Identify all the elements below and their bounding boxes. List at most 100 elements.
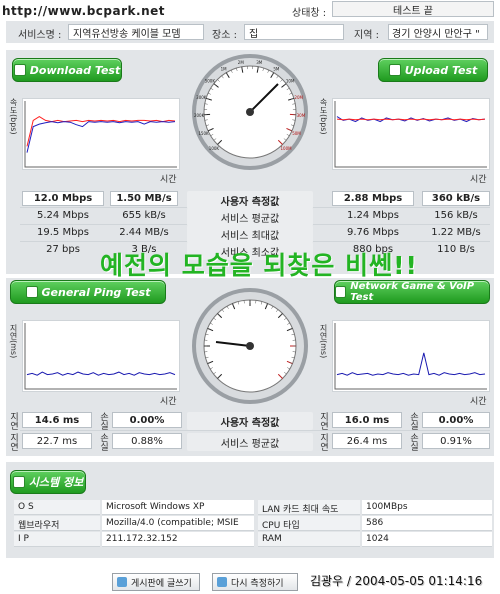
upload-value-2-b: 1.22 MB/s: [431, 227, 481, 238]
service-name-label: 서비스명 :: [18, 30, 62, 41]
chart-series-0: [336, 352, 486, 376]
upload-value-1-a: 1.24 Mbps: [347, 210, 399, 221]
upload-value-1-b: 156 kB/s: [434, 210, 478, 221]
download-value-1-a: 5.24 Mbps: [37, 210, 89, 221]
download-value-0-b: 1.50 MB/s: [110, 191, 178, 206]
download-test-button[interactable]: Download Test: [12, 58, 122, 82]
place-label: 장소 :: [212, 30, 237, 41]
refresh-icon: [217, 577, 227, 587]
download-chart: [22, 98, 180, 170]
gauge-tick-label: 150K: [198, 131, 209, 136]
general-ping-test-button[interactable]: General Ping Test: [10, 280, 166, 304]
game-icon: [335, 286, 347, 298]
gauge-tick-label: 5M: [273, 66, 280, 71]
gauge-tick-label: 10M: [286, 79, 295, 84]
ping-gauge: [192, 288, 308, 404]
gauge-tick-label: 100M: [281, 146, 293, 151]
upload-value-0-b: 360 kB/s: [422, 191, 490, 206]
system-cell-1-k1: 웹브라우저: [14, 516, 100, 531]
ping-ylabel: 지연(ms): [9, 324, 18, 359]
ping-loss-label: 손실: [98, 412, 108, 430]
board-write-button[interactable]: 게시판에 글쓰기: [112, 573, 200, 591]
network-game-label: Network Game & VoIP Test: [350, 281, 475, 303]
download-chart-svg: [24, 101, 177, 168]
chart-axis: [334, 323, 487, 390]
gauge-tick-label: 50M: [292, 131, 301, 136]
ping-delay-label-2: 지연: [8, 433, 18, 451]
chart-series-0: [26, 116, 176, 147]
gauge-tick-label: 1M: [221, 66, 228, 71]
ping-label-user: 사용자 측정값: [187, 412, 313, 430]
download-value-2-a: 19.5 Mbps: [37, 227, 89, 238]
watermark-url: http://www.bcpark.net: [2, 4, 165, 18]
region-field[interactable]: 경기 안양시 만안구 ": [388, 24, 488, 40]
speed-label-0: 사용자 측정값: [187, 191, 313, 209]
network-game-voip-button[interactable]: Network Game & VoIP Test: [334, 280, 490, 304]
upload-icon: [388, 64, 401, 76]
chart-series-0: [26, 371, 176, 376]
system-cell-0-v1: Microsoft Windows XP: [102, 500, 254, 515]
board-write-label: 게시판에 글쓰기: [131, 578, 192, 589]
status-label: 상태창 :: [292, 8, 327, 19]
game-user-loss: 0.00%: [422, 412, 490, 428]
download-value-3-a: 27 bps: [46, 244, 80, 255]
game-loss-label-2: 손실: [408, 433, 418, 451]
ping-avg-delay: 22.7 ms: [22, 433, 92, 449]
download-test-label: Download Test: [29, 63, 121, 77]
pencil-icon: [117, 577, 127, 587]
system-info-label: 시스템 정보: [28, 476, 84, 489]
system-cell-1-v1: Mozilla/4.0 (compatible; MSIE: [102, 516, 254, 531]
game-user-delay: 16.0 ms: [332, 412, 402, 428]
system-cell-0-k1: O S: [14, 500, 100, 515]
ping-icon: [25, 286, 38, 298]
download-value-1-b: 655 kB/s: [122, 210, 166, 221]
system-cell-2-v1: 211.172.32.152: [102, 532, 254, 547]
speed-label-2: 서비스 최대값: [187, 225, 313, 243]
game-chart: [332, 320, 490, 392]
gauge-tick-label: 2M: [238, 60, 245, 65]
system-info-table: O S Microsoft Windows XP LAN 카드 최대 속도 100MB…: [14, 500, 494, 548]
gauge-tick-label: 20M: [294, 95, 303, 100]
ping-xlabel: 시간: [160, 397, 177, 407]
upload-test-label: Upload Test: [404, 63, 478, 77]
retest-label: 다시 측정하기: [231, 578, 284, 589]
ping-chart-svg: [24, 323, 177, 390]
general-ping-label: General Ping Test: [41, 285, 151, 299]
service-name-field[interactable]: 지역유선방송 케이블 모뎀: [68, 24, 204, 40]
system-cell-2-k2: RAM: [258, 532, 360, 547]
game-delay-label: 지연: [318, 412, 328, 430]
game-chart-svg: [334, 323, 487, 390]
overlay-caption: 예전의 모습을 되찾은 비쎈!!: [100, 251, 418, 280]
upload-value-0-a: 2.88 Mbps: [332, 191, 414, 206]
ping-avg-loss: 0.88%: [112, 433, 182, 449]
download-value-2-b: 2.44 MB/s: [119, 227, 169, 238]
gauge-tick-label: 100K: [209, 146, 220, 151]
game-ylabel: 지연(ms): [319, 324, 328, 359]
system-cell-2-k1: I P: [14, 532, 100, 547]
chart-axis: [24, 323, 177, 390]
game-avg-delay: 26.4 ms: [332, 433, 402, 449]
gauge-tick-label: 500K: [205, 79, 216, 84]
download-ylabel: 속도(bps): [9, 98, 18, 135]
place-field[interactable]: 집: [244, 24, 344, 40]
upload-value-2-a: 9.76 Mbps: [347, 227, 399, 238]
system-icon: [12, 476, 25, 488]
status-field: 테스트 끝: [332, 1, 494, 17]
upload-test-button[interactable]: Upload Test: [378, 58, 488, 82]
retest-button[interactable]: 다시 측정하기: [212, 573, 298, 591]
game-xlabel: 시간: [470, 397, 487, 407]
download-icon: [13, 64, 26, 76]
speedtest-window: http://www.bcpark.net 상태창 : 테스트 끝 서비스명 :…: [0, 0, 500, 594]
upload-value-3-b: 110 B/s: [437, 244, 475, 255]
system-cell-0-k2: LAN 카드 최대 속도: [258, 500, 360, 515]
speed-label-1: 서비스 평균값: [187, 208, 313, 226]
upload-ylabel: 속도(bps): [319, 98, 328, 135]
system-cell-1-v2: 586: [362, 516, 492, 531]
upload-chart-svg: [334, 101, 487, 168]
game-delay-label-2: 지연: [318, 433, 328, 451]
ping-delay-label: 지연: [8, 412, 18, 430]
ping-label-avg: 서비스 평균값: [187, 433, 313, 451]
system-info-button[interactable]: 시스템 정보: [10, 470, 86, 494]
gauge-tick-label: 3M: [256, 60, 263, 65]
gauge-tick-label: 200K: [194, 113, 205, 118]
